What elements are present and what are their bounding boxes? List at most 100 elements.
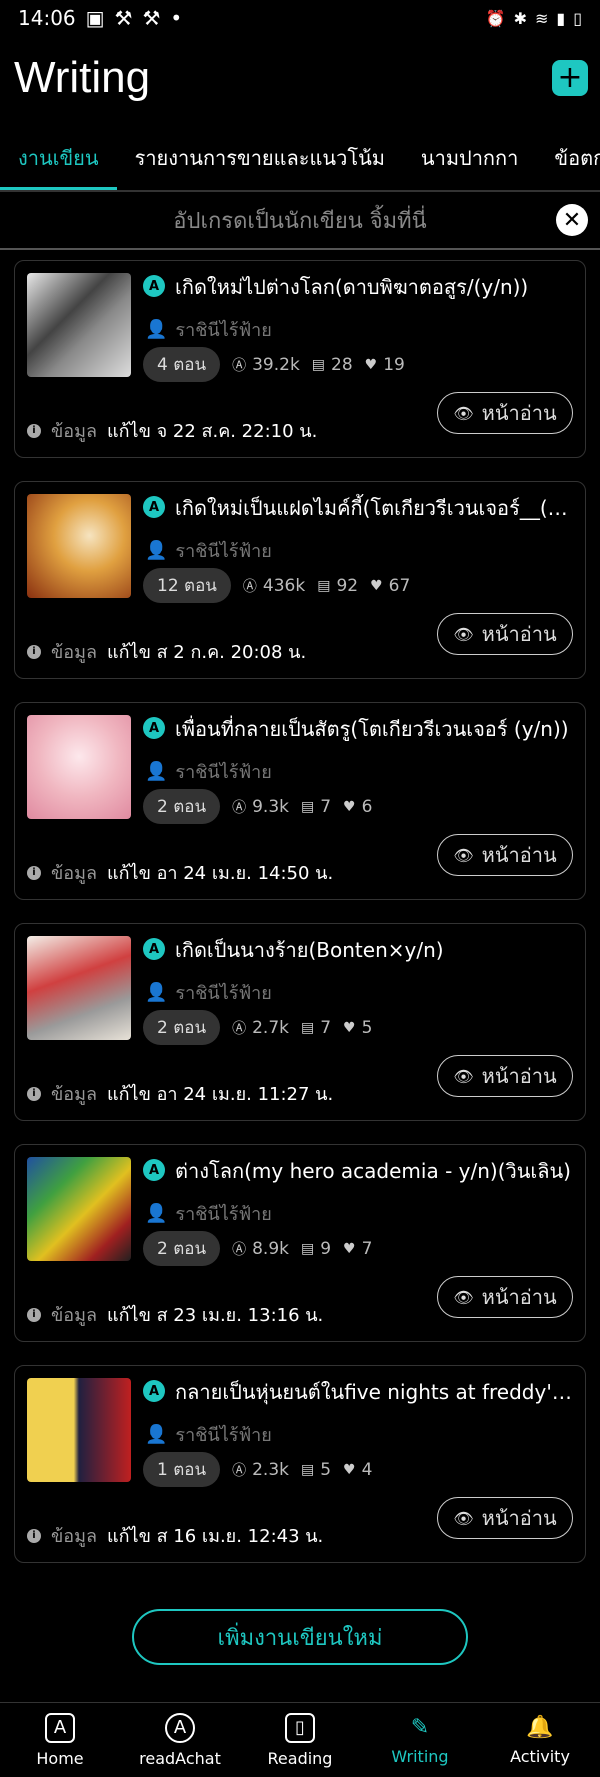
- comment-icon: ▤: [317, 577, 331, 594]
- heart-icon: ♥: [343, 1461, 356, 1478]
- edited-date: แก้ไข ส 16 เม.ย. 12:43 น.: [107, 1526, 324, 1547]
- info-label[interactable]: ข้อมูล: [51, 1079, 97, 1108]
- nav-home[interactable]: A Home: [0, 1703, 120, 1777]
- nav-activity[interactable]: 🔔 Activity: [480, 1703, 600, 1777]
- read-page-label: หน้าอ่าน: [481, 1064, 557, 1088]
- view-count: 436k: [262, 575, 306, 596]
- comment-count: 28: [331, 354, 353, 375]
- story-card[interactable]: A เกิดใหม่ไปต่างโลก(ดาบพิฆาตอสูร/(y/n)) …: [14, 260, 586, 458]
- read-page-button[interactable]: 👁 หน้าอ่าน: [437, 1276, 573, 1318]
- story-card[interactable]: A เกิดเป็นนางร้าย(Bonten×y/n) 👤 ราชินีไร้…: [14, 923, 586, 1121]
- person-icon: 👤: [145, 1424, 168, 1445]
- story-title[interactable]: กลายเป็นหุ่นยนต์ในfive nights at freddy'…: [175, 1376, 575, 1408]
- status-right: ⏰ ✱ ≋ ▮ ▯: [486, 9, 582, 28]
- heart-icon: ♥: [364, 356, 378, 373]
- story-stats: 4 ตอน Ⓐ 39.2k ▤ 28 ♥ 19: [143, 347, 405, 382]
- story-cover[interactable]: [27, 273, 131, 377]
- chapter-count: 2 ตอน: [143, 789, 221, 824]
- dot-icon: •: [170, 6, 183, 30]
- upgrade-banner[interactable]: อัปเกรดเป็นนักเขียน จิ้มที่นี่ ✕: [0, 192, 600, 250]
- story-cover[interactable]: [27, 715, 131, 819]
- story-info[interactable]: i ข้อมูล แก้ไข ส 16 เม.ย. 12:43 น.: [27, 1521, 323, 1550]
- tab-pen-names[interactable]: นามปากกา: [403, 142, 536, 190]
- like-count: 19: [383, 354, 405, 375]
- story-card[interactable]: A ต่างโลก(my hero academia - y/n)(วินเลิ…: [14, 1144, 586, 1342]
- story-card[interactable]: A เกิดใหม่เป็นแฝดไมค์กี้(โตเกียวรีเวนเจอ…: [14, 481, 586, 679]
- story-list: A เกิดใหม่ไปต่างโลก(ดาบพิฆาตอสูร/(y/n)) …: [0, 250, 600, 1563]
- heart-icon: ♥: [343, 1019, 356, 1036]
- author: 👤 ราชินีไร้ฟ้าย: [145, 1420, 272, 1449]
- upgrade-text[interactable]: อัปเกรดเป็นนักเขียน จิ้มที่นี่: [173, 203, 426, 238]
- story-cover[interactable]: [27, 494, 131, 598]
- view-count: 39.2k: [252, 354, 300, 375]
- comment-count: 7: [320, 796, 332, 817]
- story-cover[interactable]: [27, 936, 131, 1040]
- story-title[interactable]: เกิดเป็นนางร้าย(Bonten×y/n): [175, 934, 575, 966]
- info-label[interactable]: ข้อมูล: [51, 1521, 97, 1550]
- read-page-button[interactable]: 👁 หน้าอ่าน: [437, 834, 573, 876]
- pen-icon: ✎: [410, 1715, 430, 1740]
- heart-icon: ♥: [370, 577, 383, 594]
- info-label[interactable]: ข้อมูล: [51, 858, 97, 887]
- eye-icon: 👁: [453, 403, 474, 423]
- image-icon: ▣: [85, 6, 105, 30]
- story-card[interactable]: A เพื่อนที่กลายเป็นสัตรู(โตเกียวรีเวนเจอ…: [14, 702, 586, 900]
- tools-icon: ⚒: [142, 6, 161, 30]
- chat-icon: A: [165, 1712, 195, 1743]
- comment-icon: ▤: [300, 798, 315, 815]
- author-name: ราชินีไร้ฟ้าย: [175, 320, 272, 341]
- info-icon: i: [27, 1307, 41, 1322]
- comment-icon: ▤: [300, 1019, 315, 1036]
- info-label[interactable]: ข้อมูล: [51, 416, 97, 445]
- author: 👤 ราชินีไร้ฟ้าย: [145, 757, 272, 786]
- author: 👤 ราชินีไร้ฟ้าย: [145, 1199, 272, 1228]
- tools-icon: ⚒: [114, 6, 133, 30]
- story-title[interactable]: เพื่อนที่กลายเป็นสัตรู(โตเกียวรีเวนเจอร์…: [175, 713, 575, 745]
- author: 👤 ราชินีไร้ฟ้าย: [145, 978, 272, 1007]
- info-label[interactable]: ข้อมูล: [51, 1300, 97, 1329]
- read-page-button[interactable]: 👁 หน้าอ่าน: [437, 1497, 573, 1539]
- story-cover[interactable]: [27, 1157, 131, 1261]
- story-info[interactable]: i ข้อมูล แก้ไข ส 23 เม.ย. 13:16 น.: [27, 1300, 323, 1329]
- story-title[interactable]: เกิดใหม่เป็นแฝดไมค์กี้(โตเกียวรีเวนเจอร์…: [175, 492, 575, 524]
- comment-count: 9: [320, 1238, 332, 1259]
- a-badge-icon: A: [143, 1380, 165, 1402]
- story-title[interactable]: เกิดใหม่ไปต่างโลก(ดาบพิฆาตอสูร/(y/n)): [175, 271, 575, 303]
- comment-icon: ▤: [300, 1461, 315, 1478]
- read-page-button[interactable]: 👁 หน้าอ่าน: [437, 392, 573, 434]
- chapter-count: 4 ตอน: [143, 347, 221, 382]
- story-info[interactable]: i ข้อมูล แก้ไข อา 24 เม.ย. 14:50 น.: [27, 858, 333, 887]
- story-cover[interactable]: [27, 1378, 131, 1482]
- story-info[interactable]: i ข้อมูล แก้ไข อา 24 เม.ย. 11:27 น.: [27, 1079, 333, 1108]
- read-page-button[interactable]: 👁 หน้าอ่าน: [437, 1055, 573, 1097]
- add-story-button[interactable]: +: [552, 60, 588, 96]
- views-icon: Ⓐ: [232, 1020, 247, 1037]
- story-card[interactable]: A กลายเป็นหุ่นยนต์ในfive nights at fredd…: [14, 1365, 586, 1563]
- author-name: ราชินีไร้ฟ้าย: [175, 983, 272, 1004]
- like-count: 7: [361, 1238, 373, 1259]
- nav-readachat[interactable]: A readAchat: [120, 1703, 240, 1777]
- edited-date: แก้ไข อา 24 เม.ย. 14:50 น.: [107, 863, 334, 884]
- story-title[interactable]: ต่างโลก(my hero academia - y/n)(วินเลิน): [175, 1155, 575, 1187]
- tab-sales-report[interactable]: รายงานการขายและแนวโน้ม: [117, 142, 403, 190]
- story-info[interactable]: i ข้อมูล แก้ไข ส 2 ก.ค. 20:08 น.: [27, 637, 306, 666]
- like-count: 4: [361, 1459, 373, 1480]
- info-label[interactable]: ข้อมูล: [51, 637, 97, 666]
- like-count: 67: [388, 575, 411, 596]
- read-page-button[interactable]: 👁 หน้าอ่าน: [437, 613, 573, 655]
- home-icon: A: [45, 1712, 75, 1743]
- story-stats: 1 ตอน Ⓐ 2.3k ▤ 5 ♥ 4: [143, 1452, 372, 1487]
- status-bar: 14:06 ▣ ⚒ ⚒ • ⏰ ✱ ≋ ▮ ▯: [0, 0, 600, 36]
- tab-writing[interactable]: งานเขียน: [0, 142, 117, 190]
- story-info[interactable]: i ข้อมูล แก้ไข จ 22 ส.ค. 22:10 น.: [27, 416, 317, 445]
- views-icon: Ⓐ: [232, 1462, 247, 1479]
- story-stats: 2 ตอน Ⓐ 9.3k ▤ 7 ♥ 6: [143, 789, 372, 824]
- tab-agreements[interactable]: ข้อตกลงแ: [536, 142, 600, 190]
- header: Writing +: [0, 36, 600, 120]
- close-icon[interactable]: ✕: [556, 204, 588, 236]
- add-new-work-button[interactable]: เพิ่มงานเขียนใหม่: [132, 1609, 468, 1665]
- author-name: ราชินีไร้ฟ้าย: [175, 1204, 272, 1225]
- nav-writing[interactable]: ✎ Writing: [360, 1703, 480, 1777]
- nav-reading[interactable]: ▯ Reading: [240, 1703, 360, 1777]
- eye-icon: 👁: [453, 1066, 474, 1086]
